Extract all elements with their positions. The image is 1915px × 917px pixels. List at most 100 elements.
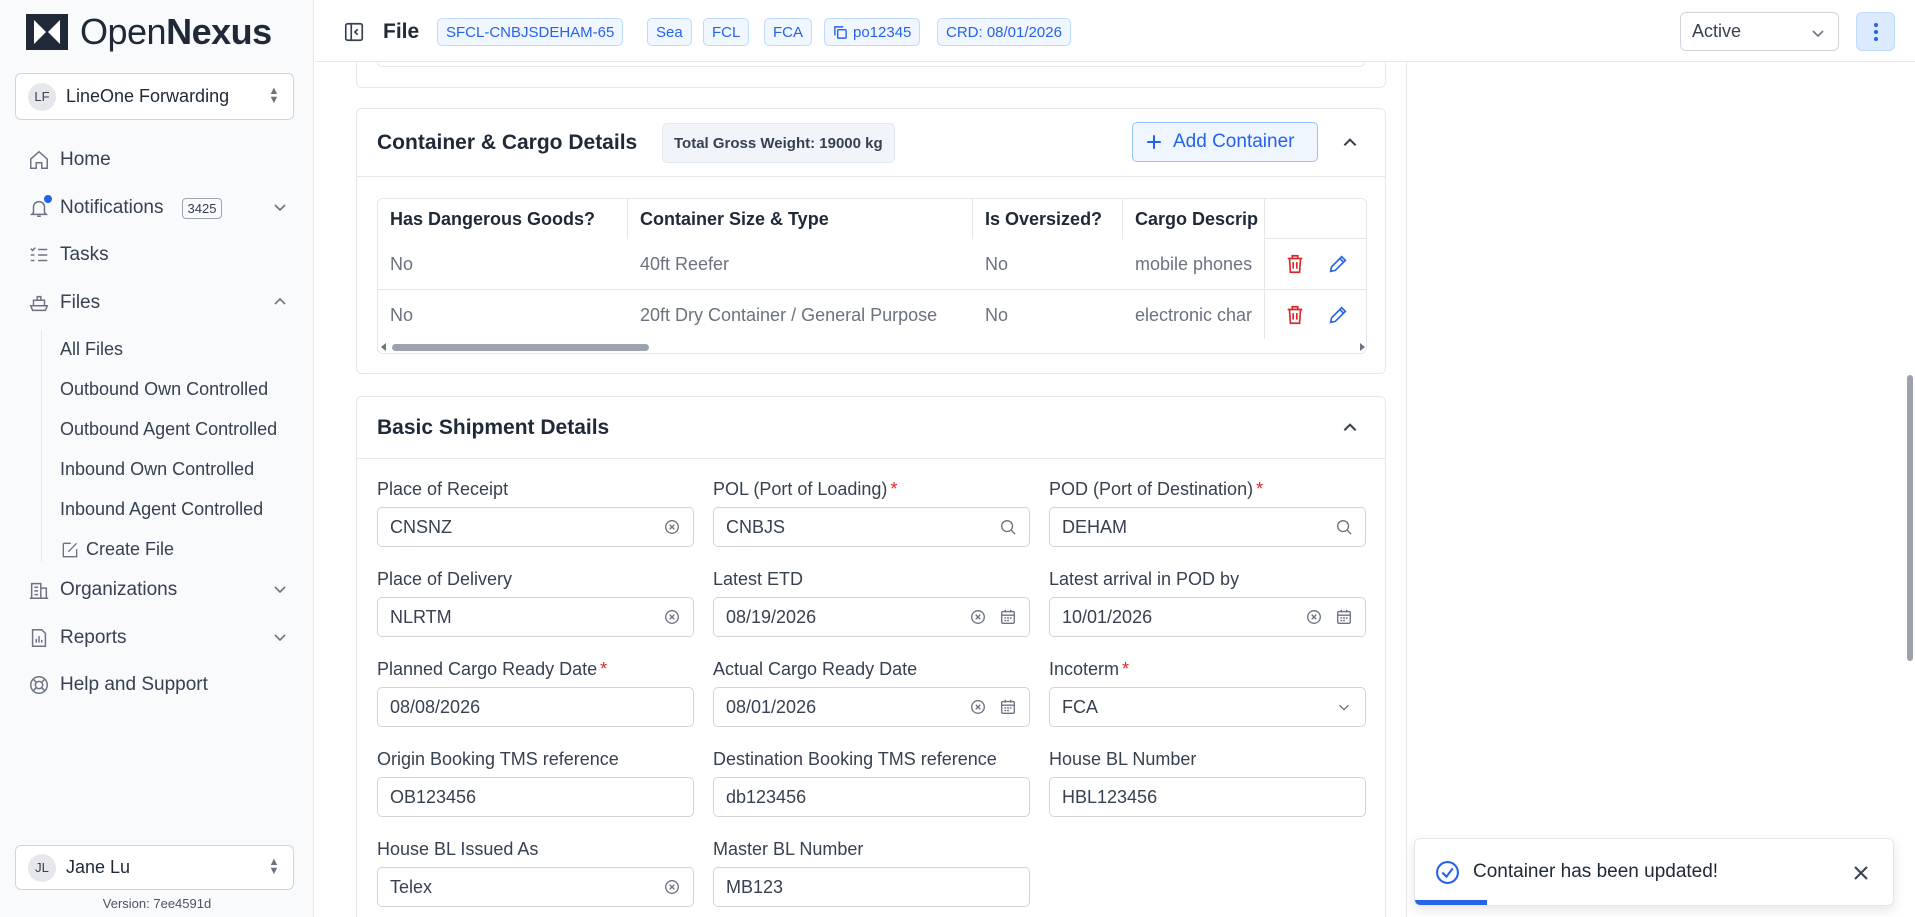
chevron-down-icon[interactable]: [1335, 698, 1353, 716]
nav-files[interactable]: Files: [28, 288, 288, 318]
chevron-up-icon[interactable]: [1341, 134, 1359, 152]
master-bl-number-input[interactable]: MB123: [713, 867, 1030, 907]
chevron-down-icon: [1812, 30, 1824, 38]
home-icon: [30, 150, 48, 169]
clear-icon[interactable]: [1305, 608, 1323, 626]
user-switcher[interactable]: JL Jane Lu ▲ ▼: [15, 845, 294, 890]
destination-booking-tms-reference-input[interactable]: db123456: [713, 777, 1030, 817]
close-icon[interactable]: [1851, 863, 1871, 883]
required-asterisk: *: [600, 659, 608, 679]
add-container-button[interactable]: Add Container: [1132, 122, 1318, 162]
calendar-icon[interactable]: [999, 608, 1017, 626]
field-value: 10/01/2026: [1062, 606, 1153, 627]
po-number-chip[interactable]: po12345: [824, 18, 921, 46]
actual-cargo-ready-date-input[interactable]: 08/01/2026: [713, 687, 1030, 727]
place-of-receipt-input[interactable]: CNSNZ: [377, 507, 694, 547]
clear-icon[interactable]: [969, 608, 987, 626]
load-type-chip: FCL: [703, 18, 750, 46]
place-of-delivery-input[interactable]: NLRTM: [377, 597, 694, 637]
table-row[interactable]: No 20ft Dry Container / General Purpose …: [378, 290, 1366, 341]
scroll-right-icon[interactable]: [1360, 343, 1365, 351]
latest-etd-input[interactable]: 08/19/2026: [713, 597, 1030, 637]
file-status-select[interactable]: Active: [1680, 12, 1839, 51]
nav-outbound-agent-controlled[interactable]: Outbound Agent Controlled: [60, 419, 290, 440]
table-cell: No: [390, 305, 414, 325]
field-value: CNSNZ: [390, 516, 452, 537]
notifications-count-badge: 3425: [181, 197, 223, 219]
column-header: Has Dangerous Goods?: [378, 199, 628, 239]
nav-create-file[interactable]: Create File: [60, 539, 290, 560]
org-avatar: LF: [28, 82, 56, 111]
table-cell: No: [390, 254, 414, 274]
clear-icon[interactable]: [969, 698, 987, 716]
basic-shipment-title: Basic Shipment Details: [377, 416, 610, 439]
nav-notifications[interactable]: Notifications 3425: [28, 193, 288, 223]
column-header: Cargo Descrip: [1123, 199, 1264, 239]
clear-icon[interactable]: [663, 608, 681, 626]
field-value: 08/19/2026: [726, 606, 817, 627]
chevron-down-icon[interactable]: [272, 199, 288, 215]
pol-port-of-loading-input[interactable]: CNBJS: [713, 507, 1030, 547]
toast-progress-bar: [1415, 900, 1487, 905]
chevron-up-icon[interactable]: [1341, 419, 1359, 437]
field-label-text: POL (Port of Loading): [713, 479, 888, 499]
field-value: db123456: [726, 786, 807, 807]
planned-cargo-ready-date-label: Planned Cargo Ready Date *: [377, 659, 607, 680]
origin-booking-tms-reference-label: Origin Booking TMS reference: [377, 749, 619, 770]
field-label-text: House BL Issued As: [377, 839, 539, 859]
container-cargo-title: Container & Cargo Details: [377, 131, 638, 154]
nav-reports[interactable]: Reports: [28, 623, 288, 653]
brand-name: OpenNexus: [80, 11, 272, 52]
search-icon[interactable]: [999, 518, 1017, 536]
incoterm-chip: FCA: [764, 18, 812, 46]
pencil-icon[interactable]: [1327, 304, 1349, 326]
page-scrollbar[interactable]: [1905, 62, 1915, 917]
calendar-icon[interactable]: [1335, 608, 1353, 626]
brand-logo[interactable]: OpenNexus: [24, 11, 272, 52]
kebab-menu-icon: [1873, 22, 1878, 41]
field-label-text: Planned Cargo Ready Date: [377, 659, 598, 679]
nav-outbound-own-controlled[interactable]: Outbound Own Controlled: [60, 379, 290, 400]
table-row[interactable]: No 40ft Reefer No mobile phones: [378, 239, 1366, 290]
nav-organizations[interactable]: Organizations: [28, 575, 288, 605]
nav-home[interactable]: Home: [28, 145, 288, 175]
table-cell: electronic char: [1135, 305, 1253, 325]
calendar-icon[interactable]: [999, 698, 1017, 716]
file-detail-content[interactable]: Container & Cargo Details Total Gross We…: [315, 62, 1405, 917]
required-asterisk: *: [890, 479, 898, 499]
notification-dot: [44, 195, 52, 203]
nav-tasks[interactable]: Tasks: [28, 240, 288, 270]
pencil-icon[interactable]: [1327, 253, 1349, 275]
clear-icon[interactable]: [663, 878, 681, 896]
house-bl-number-input[interactable]: HBL123456: [1049, 777, 1366, 817]
previous-section-field: [377, 62, 1365, 67]
latest-arrival-in-pod-by-input[interactable]: 10/01/2026: [1049, 597, 1366, 637]
chevron-down-icon[interactable]: [272, 581, 288, 597]
trash-icon[interactable]: [1284, 253, 1306, 275]
search-icon[interactable]: [1335, 518, 1353, 536]
planned-cargo-ready-date-input[interactable]: 08/08/2026: [377, 687, 694, 727]
nav-all-files[interactable]: All Files: [60, 339, 290, 360]
sidebar-collapse-icon[interactable]: [343, 21, 365, 43]
incoterm-input[interactable]: FCA: [1049, 687, 1366, 727]
house-bl-issued-as-input[interactable]: Telex: [377, 867, 694, 907]
scrollbar-thumb[interactable]: [392, 344, 649, 351]
trash-icon[interactable]: [1284, 304, 1306, 326]
page-scrollbar-thumb[interactable]: [1907, 375, 1913, 661]
nav-home-label: Home: [60, 149, 111, 170]
organization-switcher[interactable]: LF LineOne Forwarding ▲ ▼: [15, 73, 294, 120]
scroll-left-icon[interactable]: [381, 343, 386, 351]
nav-inbound-own-controlled[interactable]: Inbound Own Controlled: [60, 459, 290, 480]
nav-help-support[interactable]: Help and Support: [28, 670, 288, 700]
table-horizontal-scrollbar[interactable]: [378, 339, 1366, 353]
more-actions-button[interactable]: [1856, 12, 1895, 51]
field-label-text: Actual Cargo Ready Date: [713, 659, 918, 679]
chevron-down-icon[interactable]: [272, 629, 288, 645]
pod-port-of-destination-input[interactable]: DEHAM: [1049, 507, 1366, 547]
field-value: 08/08/2026: [390, 696, 481, 717]
clear-icon[interactable]: [663, 518, 681, 536]
origin-booking-tms-reference-input[interactable]: OB123456: [377, 777, 694, 817]
column-header: Is Oversized?: [973, 199, 1123, 239]
chevron-up-icon[interactable]: [272, 294, 288, 310]
nav-inbound-agent-controlled[interactable]: Inbound Agent Controlled: [60, 499, 290, 520]
